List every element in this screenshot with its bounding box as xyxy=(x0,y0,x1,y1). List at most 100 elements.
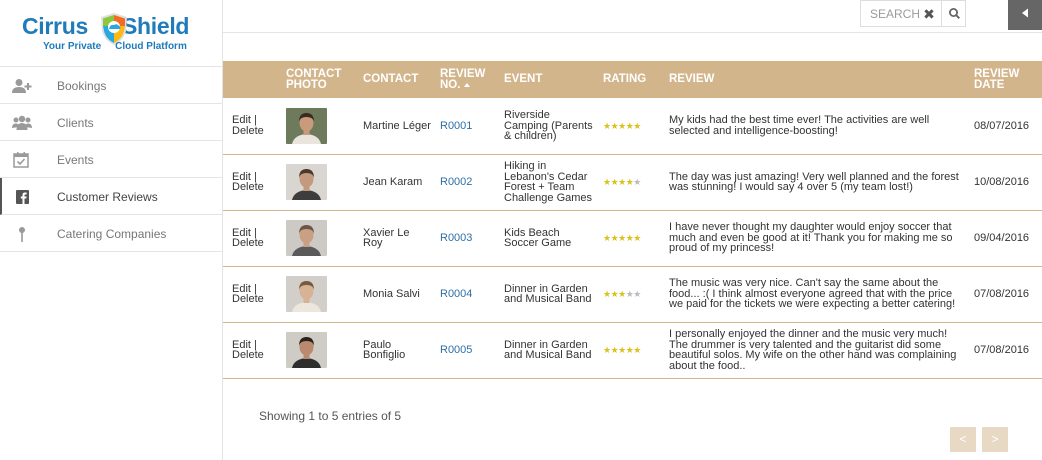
search-input[interactable] xyxy=(861,1,919,26)
review-number-cell: R0001 xyxy=(436,98,500,154)
top-bar: ✖ xyxy=(223,0,1042,33)
review-text: The day was just amazing! Very well plan… xyxy=(669,170,959,193)
contact-photo[interactable] xyxy=(286,276,327,312)
rating-stars: ★★★★★ xyxy=(599,98,665,154)
sidebar-item-clients[interactable]: Clients xyxy=(0,104,222,141)
delete-link[interactable]: Delete xyxy=(232,237,264,249)
contact-photo-cell xyxy=(282,98,359,154)
review-text: The music was very nice. Can't say the s… xyxy=(669,277,956,311)
contact-photo-cell xyxy=(282,322,359,378)
table-row: Edit | Delete Paulo Bonfiglio R0005 Dinner i… xyxy=(223,322,1042,378)
event-name: Dinner in Garden and Musical Band xyxy=(504,338,592,361)
pagination-next-button[interactable]: > xyxy=(982,427,1008,452)
sort-ascending-icon xyxy=(464,82,471,87)
close-icon[interactable]: ✖ xyxy=(921,6,937,22)
search-icon xyxy=(949,8,961,20)
review-number-cell: R0004 xyxy=(436,266,500,322)
table-row: Edit | Delete Xavier Le Roy R0003 Kids Beach… xyxy=(223,210,1042,266)
row-actions: Edit | Delete xyxy=(223,98,282,154)
column-header-actions xyxy=(223,61,282,98)
sidebar-item-events[interactable]: Events xyxy=(0,141,222,178)
column-header-event[interactable]: EVENT xyxy=(500,61,599,98)
rating-stars: ★★★★★ xyxy=(599,322,665,378)
event-name: Riverside Camping (Parents & children) xyxy=(504,109,593,142)
review-text: I personally enjoyed the dinner and the … xyxy=(669,328,957,372)
contact-name: Jean Karam xyxy=(363,175,423,188)
star-rating-icon: ★★★★★ xyxy=(603,288,641,299)
row-actions: Edit | Delete xyxy=(223,322,282,378)
contact-name: Monia Salvi xyxy=(363,287,420,300)
review-number-link[interactable]: R0004 xyxy=(440,288,472,300)
table-row: Edit | Delete Monia Salvi R0004 Dinner in Ga… xyxy=(223,266,1042,322)
star-rating-icon: ★★★★★ xyxy=(603,176,641,187)
column-header-review-date[interactable]: REVIEW DATE xyxy=(970,61,1042,98)
review-number-link[interactable]: R0003 xyxy=(440,232,472,244)
contact-name: Xavier Le Roy xyxy=(363,226,410,249)
reviews-table-container: CONTACT PHOTO CONTACT REVIEW NO. EVENT R… xyxy=(223,61,1042,379)
users-icon xyxy=(12,115,32,130)
contact-name: Martine Léger xyxy=(363,119,431,132)
add-user-icon xyxy=(12,79,32,93)
rating-stars: ★★★★★ xyxy=(599,210,665,266)
delete-link[interactable]: Delete xyxy=(232,349,264,361)
collapse-panel-button[interactable] xyxy=(1008,0,1042,30)
brand-logo[interactable]: Cirrus Shield Your Private Cloud Platform xyxy=(0,0,222,67)
review-number-link[interactable]: R0001 xyxy=(440,120,472,132)
delete-link[interactable]: Delete xyxy=(232,293,264,305)
table-row: Edit | Delete Jean Karam R0002 Hiking in Leb… xyxy=(223,154,1042,210)
review-date: 10/08/2016 xyxy=(974,175,1030,188)
event-name: Dinner in Garden and Musical Band xyxy=(504,282,592,305)
delete-link[interactable]: Delete xyxy=(232,181,264,193)
row-actions: Edit | Delete xyxy=(223,266,282,322)
star-rating-icon: ★★★★★ xyxy=(603,120,641,131)
brand-tagline: Your Private Cloud Platform xyxy=(43,41,187,52)
contact-photo[interactable] xyxy=(286,107,327,144)
column-header-contact[interactable]: CONTACT xyxy=(359,61,436,98)
rating-stars: ★★★★★ xyxy=(599,266,665,322)
event-name: Kids Beach Soccer Game xyxy=(504,226,572,249)
review-date: 07/08/2016 xyxy=(974,343,1030,356)
review-number-cell: R0003 xyxy=(436,210,500,266)
contact-photo[interactable] xyxy=(286,332,327,368)
reviews-table: CONTACT PHOTO CONTACT REVIEW NO. EVENT R… xyxy=(223,61,1042,379)
contact-photo-cell xyxy=(282,266,359,322)
review-number-link[interactable]: R0005 xyxy=(440,344,472,356)
row-actions: Edit | Delete xyxy=(223,210,282,266)
pin-icon xyxy=(19,227,25,242)
contact-photo[interactable] xyxy=(286,220,327,256)
review-date: 08/07/2016 xyxy=(974,119,1030,132)
search-box: ✖ xyxy=(860,0,966,27)
delete-link[interactable]: Delete xyxy=(232,125,264,137)
review-text: I have never thought my daughter would e… xyxy=(669,221,953,255)
table-body: Edit | Delete Martine Léger R0001 Riverside … xyxy=(223,98,1042,378)
contact-photo-cell xyxy=(282,210,359,266)
contact-name: Paulo Bonfiglio xyxy=(363,338,406,361)
caret-left-icon xyxy=(1022,8,1028,18)
column-header-photo[interactable]: CONTACT PHOTO xyxy=(282,61,359,98)
sidebar-item-catering-companies[interactable]: Catering Companies xyxy=(0,215,222,252)
review-date: 07/08/2016 xyxy=(974,287,1030,300)
event-name: Hiking in Lebanon's Cedar Forest + Team … xyxy=(504,160,593,204)
column-header-rating[interactable]: RATING xyxy=(599,61,665,98)
review-date: 09/04/2016 xyxy=(974,231,1030,244)
pagination-prev-button[interactable]: < xyxy=(950,427,976,452)
row-actions: Edit | Delete xyxy=(223,154,282,210)
column-header-review-no[interactable]: REVIEW NO. xyxy=(436,61,500,98)
review-text: My kids had the best time ever! The acti… xyxy=(669,114,930,137)
table-header-row: CONTACT PHOTO CONTACT REVIEW NO. EVENT R… xyxy=(223,61,1042,98)
star-rating-icon: ★★★★★ xyxy=(603,344,641,355)
calendar-check-icon xyxy=(13,152,29,168)
sidebar-item-customer-reviews[interactable]: Customer Reviews xyxy=(0,178,222,215)
review-number-cell: R0005 xyxy=(436,322,500,378)
rating-stars: ★★★★★ xyxy=(599,154,665,210)
sidebar-item-bookings[interactable]: Bookings xyxy=(0,67,222,104)
column-header-review[interactable]: REVIEW xyxy=(665,61,970,98)
table-row: Edit | Delete Martine Léger R0001 Riverside … xyxy=(223,98,1042,154)
sidebar: Cirrus Shield Your Private Cloud Platform … xyxy=(0,0,223,460)
facebook-icon xyxy=(16,190,29,204)
star-rating-icon: ★★★★★ xyxy=(603,232,641,243)
contact-photo[interactable] xyxy=(286,164,327,200)
review-number-link[interactable]: R0002 xyxy=(440,176,472,188)
review-number-cell: R0002 xyxy=(436,154,500,210)
search-button[interactable] xyxy=(941,1,966,26)
